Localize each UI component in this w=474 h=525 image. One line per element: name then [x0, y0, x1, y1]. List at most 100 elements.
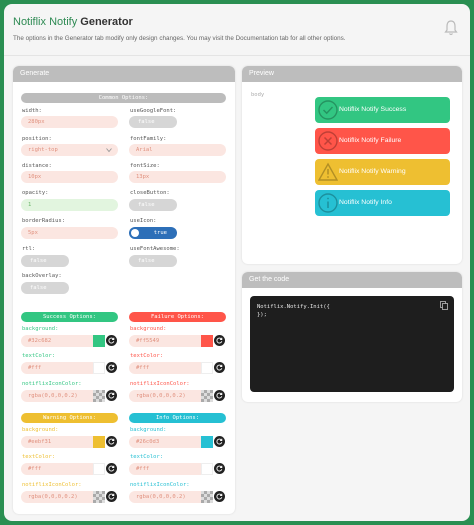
width-label: width: — [22, 108, 42, 114]
success-icon-input[interactable]: rgba(0,0,0,0.2) — [21, 390, 93, 402]
refresh-icon — [108, 392, 115, 399]
failure-bg-reset-button[interactable] — [214, 335, 225, 346]
info-notification-text: Notiflix Notify Info — [339, 199, 392, 206]
warning-triangle-icon — [318, 162, 338, 181]
failure-text-swatch[interactable] — [201, 362, 213, 374]
refresh-icon — [108, 438, 115, 445]
preview-title: Preview — [242, 66, 462, 82]
success-bg-label: background: — [22, 326, 59, 332]
warning-bg-input[interactable]: #eebf31 — [21, 436, 93, 448]
refresh-icon — [216, 364, 223, 371]
distance-label: distance: — [22, 163, 52, 169]
success-notification[interactable]: Notiflix Notify Success — [315, 97, 450, 123]
failure-icon-swatch[interactable] — [201, 390, 213, 402]
refresh-icon — [108, 364, 115, 371]
warning-icon-reset-button[interactable] — [106, 491, 117, 502]
success-text-reset-button[interactable] — [106, 362, 117, 373]
distance-input[interactable]: 10px — [21, 171, 118, 183]
warning-text-label: textColor: — [22, 454, 56, 460]
failure-text-label: textColor: — [130, 353, 164, 359]
success-text-input[interactable]: #fff — [21, 362, 93, 374]
success-icon-label: notiflixIconColor: — [22, 381, 82, 387]
success-options-header: Success Options: — [21, 312, 118, 322]
info-text-swatch[interactable] — [201, 463, 213, 475]
failure-text-input[interactable]: #fff — [129, 362, 201, 374]
usefontawesome-label: useFontAwesome: — [130, 246, 180, 252]
success-notification-text: Notiflix Notify Success — [339, 106, 407, 113]
failure-bg-label: background: — [130, 326, 167, 332]
warning-icon-label: notiflixIconColor: — [22, 482, 82, 488]
position-select[interactable]: right-top — [21, 144, 118, 156]
failure-icon-input[interactable]: rgba(0,0,0,0.2) — [129, 390, 201, 402]
body-label: body — [251, 92, 265, 98]
failure-icon-reset-button[interactable] — [214, 390, 225, 401]
info-icon-reset-button[interactable] — [214, 491, 225, 502]
app-frame: Notiflix Notify Generator The options in… — [4, 4, 470, 521]
failure-bg-swatch[interactable] — [201, 335, 213, 347]
closebutton-label: closeButton: — [130, 190, 170, 196]
info-icon-swatch[interactable] — [201, 491, 213, 503]
failure-bg-input[interactable]: #ff5549 — [129, 335, 201, 347]
info-circle-icon — [318, 193, 338, 213]
closebutton-toggle[interactable]: false — [129, 199, 177, 211]
width-input[interactable]: 280px — [21, 116, 118, 128]
refresh-icon — [108, 337, 115, 344]
warning-icon-swatch[interactable] — [93, 491, 105, 503]
success-bg-swatch[interactable] — [93, 335, 105, 347]
warning-notification[interactable]: Notiflix Notify Warning — [315, 159, 450, 185]
info-bg-input[interactable]: #26c0d3 — [129, 436, 201, 448]
backoverlay-toggle[interactable]: false — [21, 282, 69, 294]
info-icon-input[interactable]: rgba(0,0,0,0.2) — [129, 491, 201, 503]
refresh-icon — [108, 493, 115, 500]
info-text-reset-button[interactable] — [214, 463, 225, 474]
info-bg-label: background: — [130, 427, 167, 433]
code-block[interactable]: Notiflix.Notify.Init({ }); — [250, 296, 454, 392]
warning-text-input[interactable]: #fff — [21, 463, 93, 475]
backoverlay-label: backOverlay: — [22, 273, 62, 279]
code-title: Get the code — [242, 272, 462, 288]
success-icon-swatch[interactable] — [93, 390, 105, 402]
rtl-toggle[interactable]: false — [21, 255, 69, 267]
borderradius-input[interactable]: 5px — [21, 227, 118, 239]
warning-text-swatch[interactable] — [93, 463, 105, 475]
rtl-label: rtl: — [22, 246, 36, 252]
code-panel: Get the code Notiflix.Notify.Init({ }); — [242, 272, 462, 402]
page-header: Notiflix Notify Generator The options in… — [4, 4, 470, 56]
opacity-input[interactable]: 1 — [21, 199, 118, 211]
copy-icon[interactable] — [440, 301, 448, 310]
info-icon-label: notiflixIconColor: — [130, 482, 190, 488]
position-label: position: — [22, 136, 52, 142]
code-line-1: Notiflix.Notify.Init({ — [257, 304, 330, 310]
usefontawesome-toggle[interactable]: false — [129, 255, 177, 267]
usegooglefont-toggle[interactable]: false — [129, 116, 177, 128]
warning-icon-input[interactable]: rgba(0,0,0,0.2) — [21, 491, 93, 503]
chevron-down-icon — [106, 148, 112, 153]
page-title: Notiflix Notify Generator — [13, 16, 133, 28]
warning-bg-swatch[interactable] — [93, 436, 105, 448]
failure-text-reset-button[interactable] — [214, 362, 225, 373]
info-text-input[interactable]: #fff — [129, 463, 201, 475]
refresh-icon — [108, 465, 115, 472]
info-bg-reset-button[interactable] — [214, 436, 225, 447]
check-circle-icon — [318, 100, 338, 120]
fontfamily-input[interactable]: Arial — [129, 144, 226, 156]
fontsize-input[interactable]: 13px — [129, 171, 226, 183]
usegooglefont-label: useGoogleFont: — [130, 108, 177, 114]
info-bg-swatch[interactable] — [201, 436, 213, 448]
common-options-header: Common Options: — [21, 93, 226, 103]
success-bg-reset-button[interactable] — [106, 335, 117, 346]
info-notification[interactable]: Notiflix Notify Info — [315, 190, 450, 216]
failure-options-header: Failure Options: — [129, 312, 226, 322]
useicon-toggle[interactable]: true — [129, 227, 177, 239]
fontfamily-label: fontFamily: — [130, 136, 167, 142]
generate-title: Generate — [13, 66, 235, 82]
success-bg-input[interactable]: #32c682 — [21, 335, 93, 347]
warning-bg-label: background: — [22, 427, 59, 433]
success-text-swatch[interactable] — [93, 362, 105, 374]
warning-text-reset-button[interactable] — [106, 463, 117, 474]
bell-icon[interactable] — [444, 20, 458, 36]
warning-bg-reset-button[interactable] — [106, 436, 117, 447]
success-icon-reset-button[interactable] — [106, 390, 117, 401]
failure-notification[interactable]: Notiflix Notify Failure — [315, 128, 450, 154]
refresh-icon — [216, 392, 223, 399]
